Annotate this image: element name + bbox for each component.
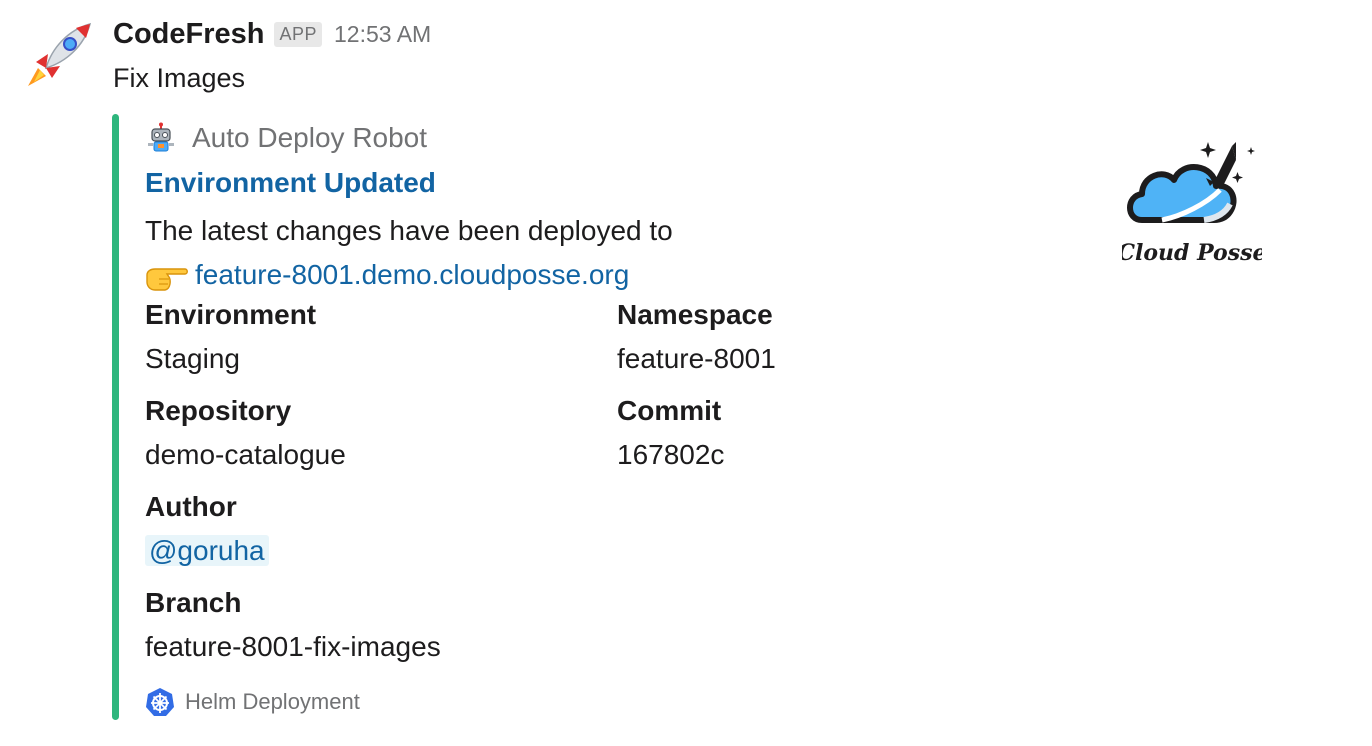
attachment-author: Auto Deploy Robot [145, 120, 427, 156]
attachment-text-line: The latest changes have been deployed to [145, 215, 673, 246]
attachment-text: The latest changes have been deployed to… [145, 209, 673, 297]
field-title-namespace: Namespace [617, 299, 773, 330]
rocket-icon[interactable] [24, 18, 96, 90]
footer-text: Helm Deployment [185, 689, 360, 714]
attachment-author-name: Auto Deploy Robot [192, 122, 428, 153]
attachment-title[interactable]: Environment Updated [145, 165, 436, 201]
field-title-environment: Environment [145, 299, 317, 330]
field-value-namespace: feature-8001 [617, 343, 776, 374]
cloud-posse-logo[interactable]: Cloud Posse [1118, 138, 1266, 268]
user-mention[interactable]: @goruha [145, 535, 269, 566]
sender-name[interactable]: CodeFresh [113, 18, 264, 51]
field-value-environment: Staging [145, 343, 240, 374]
cloud-posse-logo-text: Cloud Posse [1122, 240, 1262, 266]
attachment-color-bar [112, 114, 119, 720]
field-title-commit: Commit [617, 395, 722, 426]
message-header: CodeFresh APP 12:53 AM [113, 16, 431, 52]
attachment-footer: Helm Deployment [145, 686, 360, 718]
pointing-hand-icon [145, 262, 189, 292]
deployment-link[interactable]: feature-8001.demo.cloudposse.org [195, 259, 629, 290]
field-value-branch: feature-8001-fix-images [145, 631, 441, 662]
field-value-repository: demo-catalogue [145, 439, 346, 470]
field-title-branch: Branch [145, 587, 242, 618]
app-badge: APP [274, 21, 323, 47]
message-text: Fix Images [113, 63, 246, 93]
field-value-author: @goruha [145, 533, 269, 569]
helm-icon [145, 687, 175, 717]
message-timestamp[interactable]: 12:53 AM [334, 21, 431, 48]
field-title-repository: Repository [145, 395, 292, 426]
field-title-author: Author [145, 491, 237, 522]
field-value-commit: 167802c [617, 439, 725, 470]
robot-icon [145, 122, 177, 154]
